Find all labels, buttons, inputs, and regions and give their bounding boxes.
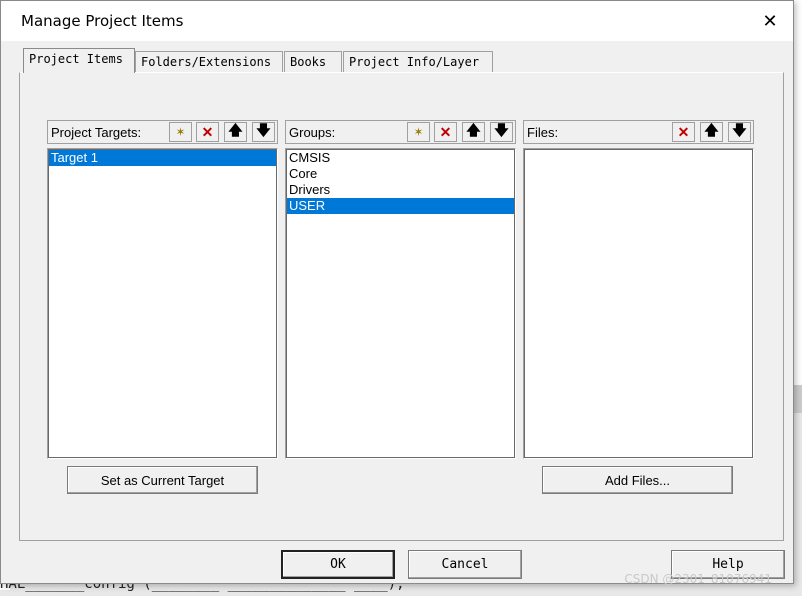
project-targets-label: Project Targets: (51, 125, 142, 140)
manage-project-items-dialog: Manage Project Items ✕ Project Items Fol… (0, 0, 794, 584)
new-target-button[interactable]: ✶ (169, 122, 192, 142)
close-button[interactable]: ✕ (747, 1, 793, 41)
delete-icon: ✕ (201, 123, 214, 140)
arrow-up-icon: 🡅 (466, 122, 481, 138)
arrow-down-icon: 🡇 (732, 122, 747, 138)
delete-icon: ✕ (439, 123, 452, 140)
arrow-up-icon: 🡅 (228, 122, 243, 138)
list-item[interactable]: Target 1 (49, 150, 276, 166)
tab-folders-extensions[interactable]: Folders/Extensions (135, 51, 283, 72)
list-item[interactable]: USER (287, 198, 514, 214)
tab-books[interactable]: Books (284, 51, 342, 72)
arrow-up-icon: 🡅 (704, 122, 719, 138)
delete-file-button[interactable]: ✕ (672, 122, 695, 142)
files-label: Files: (527, 125, 559, 140)
project-targets-list[interactable]: Target 1 (47, 148, 278, 459)
new-icon: ✶ (413, 125, 424, 139)
move-target-up-button[interactable]: 🡅 (224, 122, 247, 142)
arrow-down-icon: 🡇 (256, 122, 271, 138)
files-header: Files: ✕ 🡅 🡇 (523, 120, 754, 144)
title-bar: Manage Project Items ✕ (1, 1, 793, 41)
delete-target-button[interactable]: ✕ (196, 122, 219, 142)
groups-label: Groups: (289, 125, 336, 140)
move-file-down-button[interactable]: 🡇 (728, 122, 751, 142)
cancel-button[interactable]: Cancel (408, 550, 522, 579)
watermark: CSDN @2301_81076941 (624, 572, 772, 586)
add-files-button[interactable]: Add Files... (542, 466, 733, 494)
ok-button[interactable]: OK (281, 550, 395, 579)
list-item[interactable]: Core (287, 166, 514, 182)
project-targets-header: Project Targets: ✶ ✕ 🡅 🡇 (47, 120, 278, 144)
list-item[interactable]: CMSIS (287, 150, 514, 166)
tab-project-info-layer[interactable]: Project Info/Layer (343, 51, 493, 72)
delete-icon: ✕ (677, 123, 690, 140)
move-group-down-button[interactable]: 🡇 (490, 122, 513, 142)
groups-list[interactable]: CMSIS Core Drivers USER (285, 148, 516, 459)
arrow-down-icon: 🡇 (494, 122, 509, 138)
close-icon: ✕ (762, 10, 778, 31)
set-as-current-target-button[interactable]: Set as Current Target (67, 466, 258, 494)
move-group-up-button[interactable]: 🡅 (462, 122, 485, 142)
new-group-button[interactable]: ✶ (407, 122, 430, 142)
move-file-up-button[interactable]: 🡅 (700, 122, 723, 142)
move-target-down-button[interactable]: 🡇 (252, 122, 275, 142)
delete-group-button[interactable]: ✕ (434, 122, 457, 142)
files-list[interactable] (523, 148, 754, 459)
list-item[interactable]: Drivers (287, 182, 514, 198)
dialog-title: Manage Project Items (21, 12, 184, 30)
new-icon: ✶ (175, 125, 186, 139)
tab-project-items[interactable]: Project Items (23, 48, 135, 73)
groups-header: Groups: ✶ ✕ 🡅 🡇 (285, 120, 516, 144)
